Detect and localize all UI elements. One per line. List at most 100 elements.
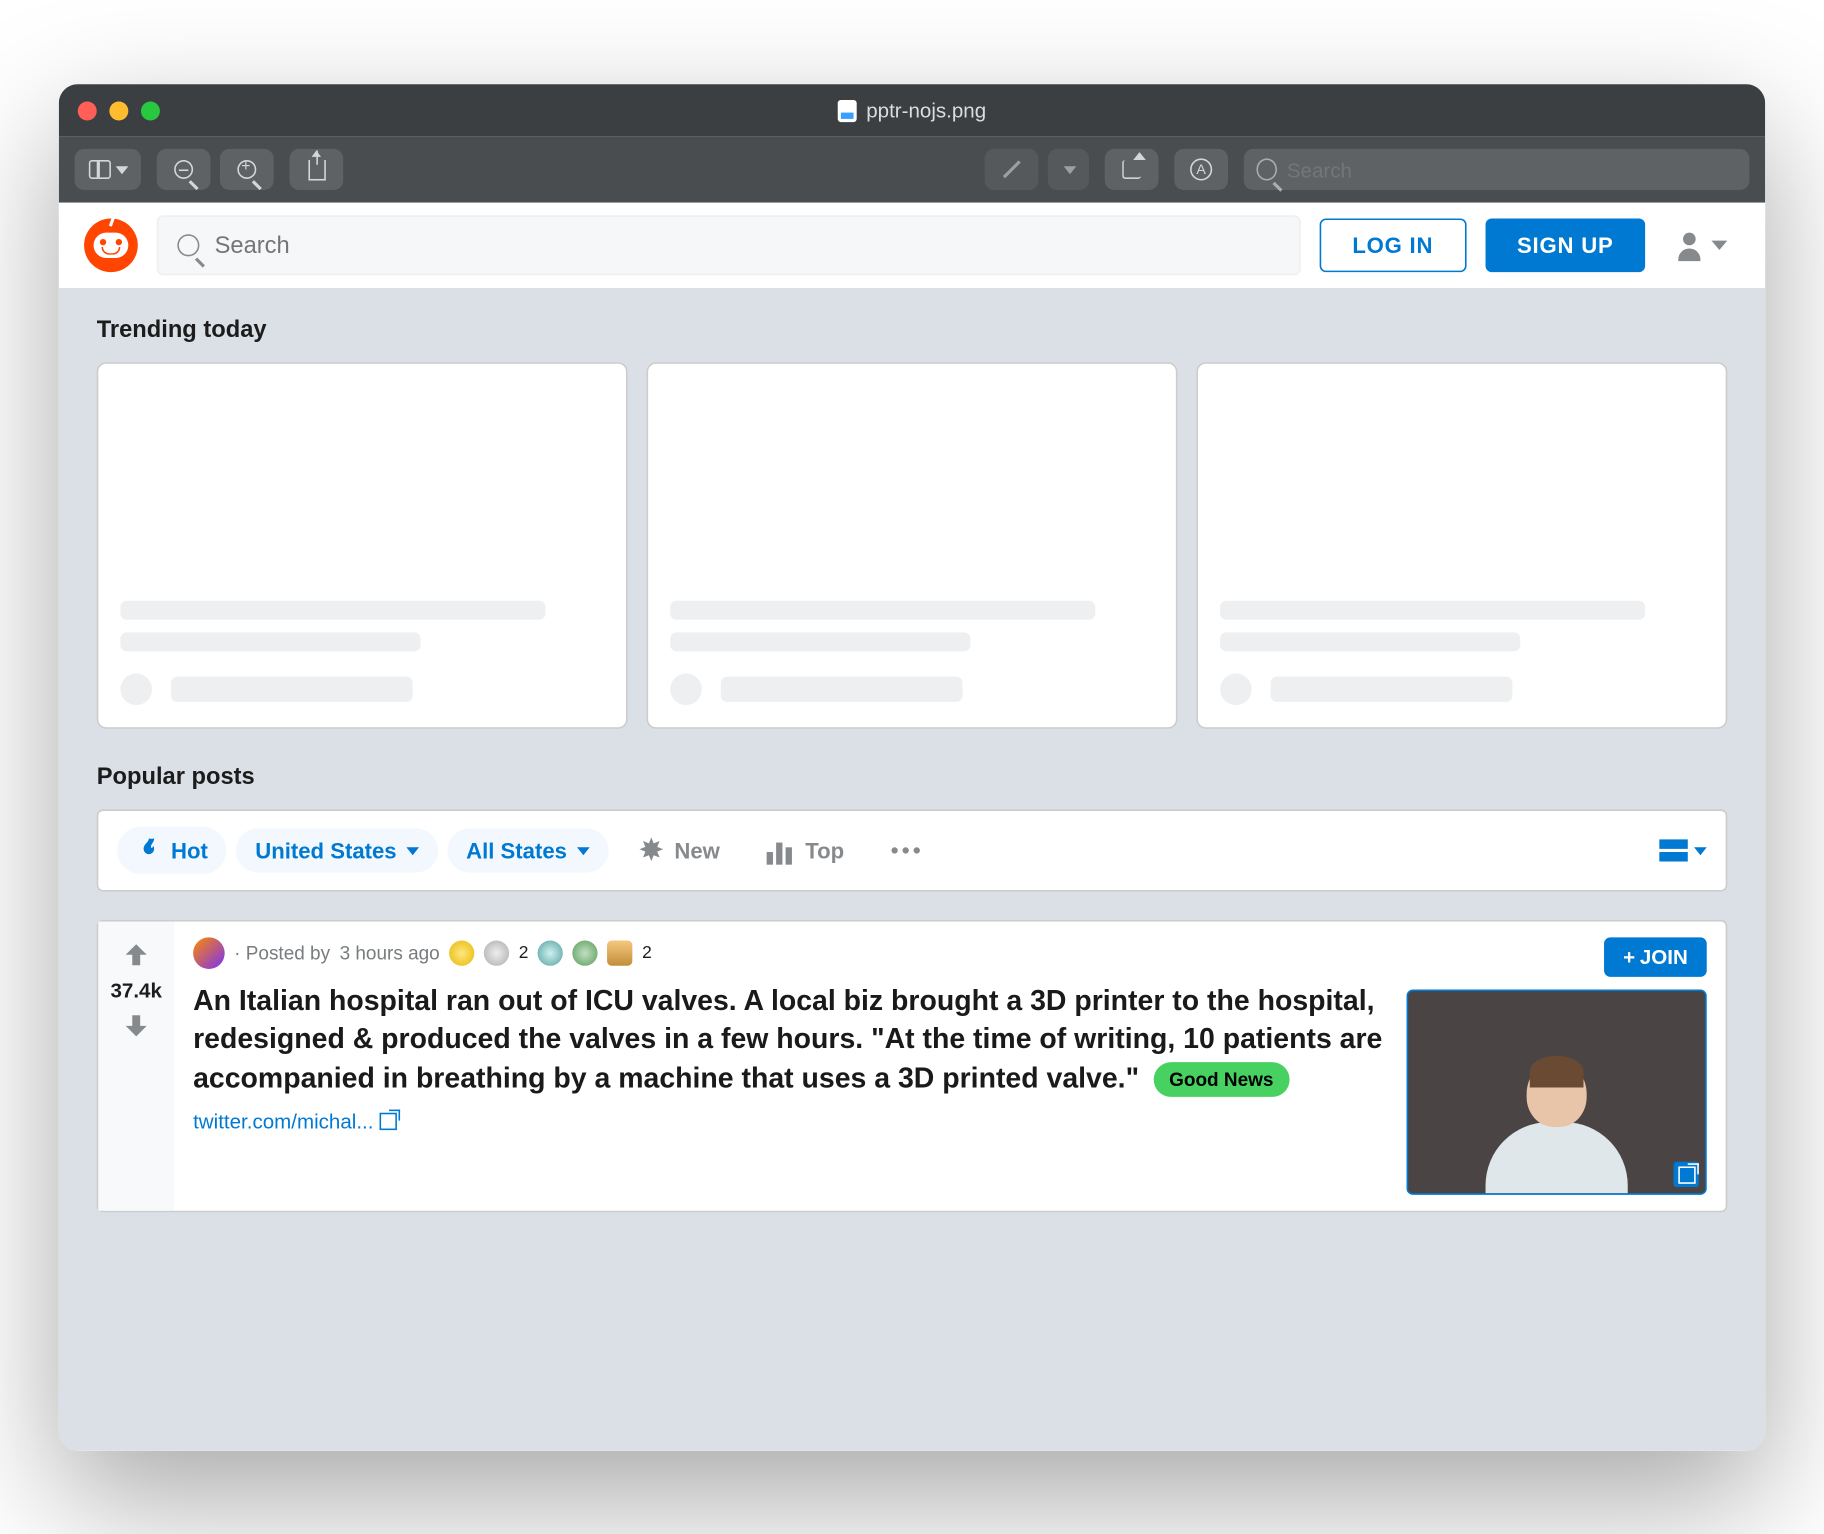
- chevron-down-icon: [576, 846, 589, 854]
- skeleton-line: [1220, 632, 1520, 651]
- user-icon: [1677, 232, 1702, 257]
- award-pie-icon[interactable]: [607, 940, 632, 965]
- window-controls: [78, 100, 160, 119]
- skeleton-line: [721, 676, 963, 701]
- vote-column: 37.4k: [98, 921, 174, 1210]
- skeleton-avatar: [120, 673, 152, 705]
- external-link-icon: [380, 1112, 397, 1129]
- share-button[interactable]: [289, 148, 343, 189]
- plus-icon: +: [1623, 945, 1635, 969]
- trending-cards: [97, 362, 1728, 729]
- macos-search-input[interactable]: [1287, 157, 1737, 181]
- file-icon: [838, 99, 857, 121]
- post-thumbnail[interactable]: [1407, 989, 1707, 1194]
- share-icon: [308, 159, 325, 180]
- zoom-out-icon: [174, 159, 193, 178]
- post-title[interactable]: An Italian hospital ran out of ICU valve…: [193, 981, 1384, 1096]
- post-link-text: twitter.com/michal...: [193, 1109, 373, 1133]
- sidebar-toggle-button[interactable]: [75, 148, 141, 189]
- join-label: JOIN: [1640, 945, 1688, 969]
- geo-filter-state[interactable]: All States: [447, 828, 608, 872]
- zoom-in-icon: [237, 159, 256, 178]
- window-title: pptr-nojs.png: [59, 98, 1765, 122]
- sort-top-button[interactable]: Top: [748, 826, 863, 873]
- rotate-icon: [1122, 159, 1141, 178]
- annotate-button[interactable]: [985, 148, 1039, 189]
- signup-button[interactable]: SIGN UP: [1485, 218, 1645, 272]
- trending-card-placeholder[interactable]: [1196, 362, 1727, 729]
- zoom-out-button[interactable]: [157, 148, 211, 189]
- skeleton-line: [120, 632, 420, 651]
- chevron-down-icon: [1711, 240, 1727, 249]
- search-icon: [177, 234, 198, 256]
- sort-new-label: New: [674, 837, 719, 862]
- starburst-icon: [636, 836, 664, 864]
- skeleton-line: [120, 600, 545, 619]
- sort-bar: Hot United States All States Ne: [97, 809, 1728, 891]
- skeleton-line: [670, 632, 970, 651]
- sort-hot-label: Hot: [171, 837, 208, 862]
- close-window-button[interactable]: [78, 100, 97, 119]
- reddit-search-field[interactable]: [157, 215, 1300, 275]
- reddit-header: LOG IN SIGN UP: [59, 202, 1765, 287]
- sort-hot-button[interactable]: Hot: [117, 826, 227, 873]
- award-argentium-icon[interactable]: [538, 940, 563, 965]
- award-gold-icon[interactable]: [449, 940, 474, 965]
- chevron-down-icon: [1064, 165, 1077, 173]
- rotate-button[interactable]: [1105, 148, 1159, 189]
- post-card: 37.4k · Posted by 3 hours ago: [97, 919, 1728, 1211]
- reddit-search-input[interactable]: [215, 231, 1280, 258]
- maximize-window-button[interactable]: [141, 100, 160, 119]
- bars-icon: [767, 836, 795, 864]
- dots-horizontal-icon: [892, 847, 920, 853]
- award-helpful-icon[interactable]: [573, 940, 598, 965]
- app-window: pptr-nojs.png A: [59, 84, 1765, 1451]
- macos-search-field[interactable]: [1244, 148, 1750, 189]
- macos-titlebar: pptr-nojs.png: [59, 84, 1765, 136]
- post-outbound-link[interactable]: twitter.com/michal...: [193, 1109, 1384, 1133]
- browser-viewport: LOG IN SIGN UP Trending today: [59, 202, 1765, 1450]
- chevron-down-icon: [116, 165, 129, 173]
- award-silver-icon[interactable]: [484, 940, 509, 965]
- sidebar-icon: [89, 159, 111, 178]
- annotate-dropdown-button[interactable]: [1048, 148, 1089, 189]
- geo-filter-country[interactable]: United States: [236, 828, 437, 872]
- thumbnail-image: [1486, 1060, 1628, 1193]
- flame-icon: [136, 836, 161, 864]
- upvote-button[interactable]: [119, 937, 154, 972]
- trending-card-placeholder[interactable]: [647, 362, 1178, 729]
- downvote-button[interactable]: [119, 1008, 154, 1043]
- join-button[interactable]: +JOIN: [1604, 937, 1707, 977]
- macos-toolbar: A: [59, 136, 1765, 202]
- window-title-text: pptr-nojs.png: [866, 98, 986, 122]
- zoom-in-button[interactable]: [220, 148, 274, 189]
- user-menu-button[interactable]: [1664, 226, 1740, 264]
- view-layout-button[interactable]: [1659, 839, 1706, 861]
- trending-card-placeholder[interactable]: [97, 362, 628, 729]
- skeleton-line: [670, 600, 1095, 619]
- geo-filter-state-label: All States: [466, 837, 567, 862]
- chevron-down-icon: [406, 846, 419, 854]
- skeleton-line: [171, 676, 413, 701]
- markup-icon: A: [1190, 158, 1212, 180]
- search-icon: [1256, 158, 1277, 180]
- posted-by-prefix: · Posted by: [234, 942, 330, 964]
- skeleton-line: [1271, 676, 1513, 701]
- sort-new-button[interactable]: New: [618, 826, 739, 873]
- markup-button[interactable]: A: [1174, 148, 1228, 189]
- login-button[interactable]: LOG IN: [1319, 218, 1466, 272]
- award-count: 2: [642, 943, 652, 962]
- reddit-logo[interactable]: [84, 218, 138, 272]
- pencil-icon: [1003, 160, 1020, 177]
- sort-more-button[interactable]: [873, 837, 939, 862]
- subreddit-avatar[interactable]: [193, 937, 225, 969]
- vote-score: 37.4k: [110, 978, 161, 1002]
- minimize-window-button[interactable]: [109, 100, 128, 119]
- geo-filter-country-label: United States: [255, 837, 396, 862]
- post-flair[interactable]: Good News: [1153, 1061, 1289, 1096]
- sort-top-label: Top: [805, 837, 844, 862]
- trending-heading: Trending today: [97, 316, 1728, 343]
- post-age: 3 hours ago: [340, 942, 440, 964]
- skeleton-avatar: [670, 673, 702, 705]
- external-link-icon: [1678, 1165, 1695, 1182]
